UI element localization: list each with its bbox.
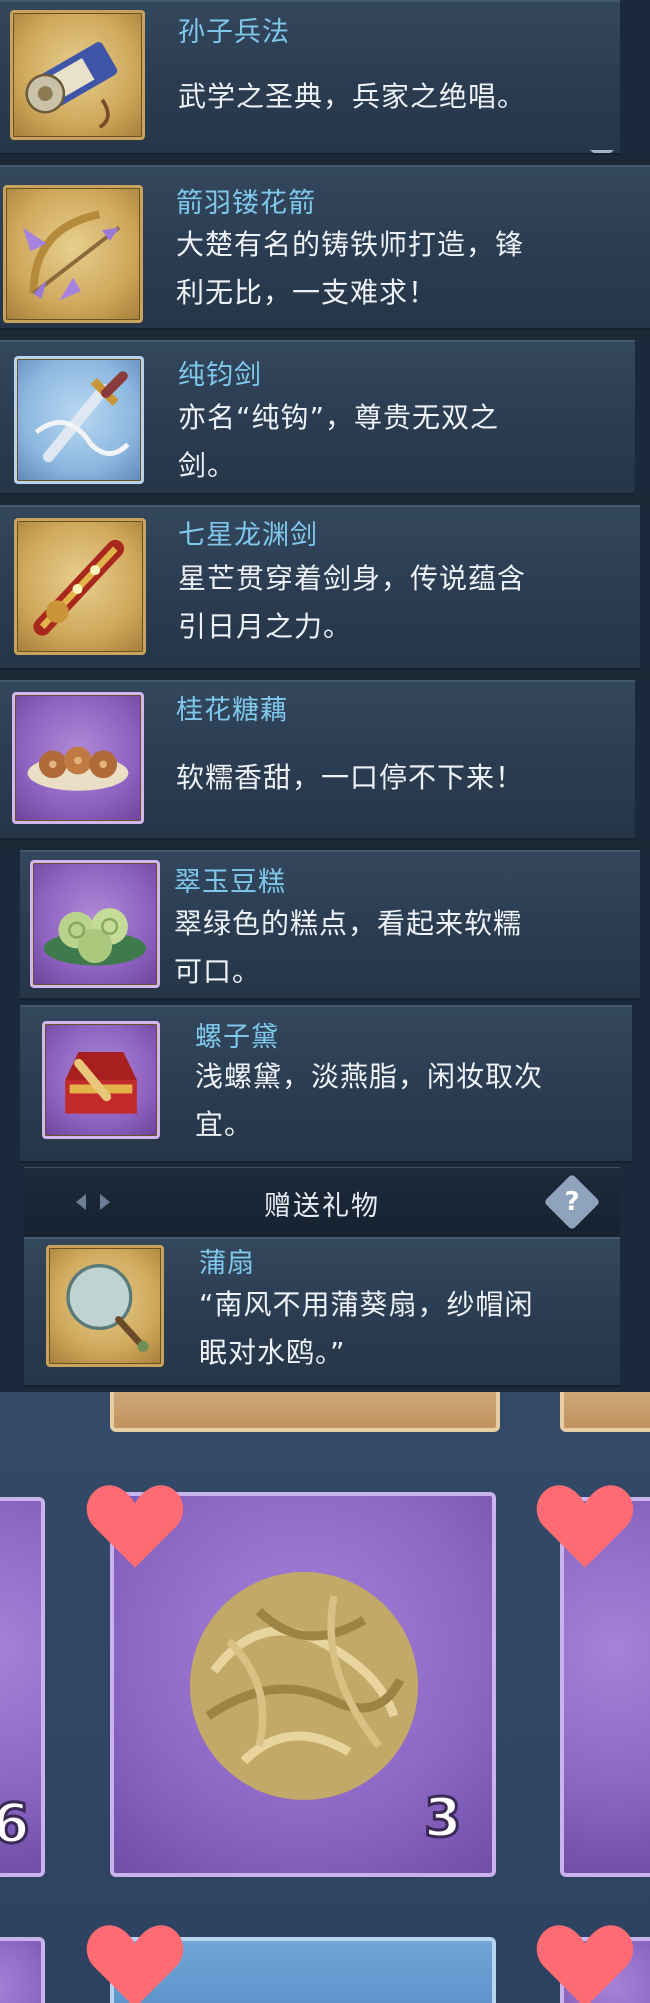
inventory-slot[interactable] <box>0 1937 45 2003</box>
item-name: 螺子黛 <box>195 1022 279 1053</box>
green-cake-icon <box>30 860 160 988</box>
heart-icon <box>536 1485 634 1568</box>
gift-item-card[interactable]: 翠玉豆糕 翠绿色的糕点，看起来软糯 可口。 <box>20 850 640 1000</box>
item-count: 6 <box>0 1791 31 1857</box>
gift-header-bar: 赠送礼物 ? <box>24 1167 620 1239</box>
item-name: 纯钧剑 <box>178 360 262 391</box>
divider <box>0 155 650 165</box>
gift-item-card[interactable]: 蒲扇 “南风不用蒲葵扇，纱帽闲 眠对水鸥。” <box>24 1237 620 1387</box>
makeup-box-icon <box>42 1021 160 1139</box>
gift-item-card[interactable]: 孙子兵法 武学之圣典，兵家之绝唱。 <box>0 0 620 155</box>
item-description: 浅螺黛，淡燕脂，闲妆取次 宜。 <box>195 1060 544 1141</box>
divider <box>0 840 650 850</box>
bow-arrow-icon <box>3 185 143 323</box>
item-name: 七星龙渊剑 <box>178 520 318 551</box>
divider <box>0 495 650 505</box>
gift-item-card[interactable]: 桂花糖藕 软糯香甜，一口停不下来！ <box>0 680 635 840</box>
item-description: 大楚有名的铸铁师打造，锋 利无比，一支难求！ <box>176 228 525 309</box>
golden-sword-icon <box>14 518 146 655</box>
item-description: 翠绿色的糕点，看起来软糯 可口。 <box>174 907 523 988</box>
item-name: 翠玉豆糕 <box>174 867 286 898</box>
item-description: 软糯香甜，一口停不下来！ <box>176 761 525 794</box>
item-description: 星芒贯穿着剑身，传说蕴含 引日月之力。 <box>178 562 527 643</box>
gift-bar-title: 赠送礼物 <box>264 1191 380 1222</box>
item-description: “南风不用蒲葵扇，纱帽闲 眠对水鸥。” <box>199 1288 534 1369</box>
gift-item-card[interactable]: 螺子黛 浅螺黛，淡燕脂，闲妆取次 宜。 <box>20 1005 632 1163</box>
gift-item-card[interactable]: 七星龙渊剑 星芒贯穿着剑身，传说蕴含 引日月之力。 <box>0 505 640 670</box>
item-description: 亦名“纯钩”，尊贵无双之 剑。 <box>178 401 500 482</box>
heart-icon <box>86 1925 184 2003</box>
inventory-slot[interactable] <box>110 1392 500 1432</box>
heart-icon <box>86 1485 184 1568</box>
lotus-root-dish-icon <box>12 692 144 824</box>
item-count: 3 <box>423 1785 464 1851</box>
item-name: 蒲扇 <box>199 1248 255 1279</box>
help-label: ? <box>564 1187 580 1217</box>
item-name: 孙子兵法 <box>178 17 290 48</box>
help-icon[interactable]: ? <box>543 1173 601 1231</box>
scroll-book-icon <box>10 10 145 140</box>
inventory-slot[interactable] <box>560 1392 650 1432</box>
item-name: 箭羽镂花箭 <box>176 188 316 219</box>
gift-item-card[interactable]: 纯钧剑 亦名“纯钩”，尊贵无双之 剑。 <box>0 340 635 495</box>
item-description: 武学之圣典，兵家之绝唱。 <box>178 80 527 113</box>
fan-icon <box>46 1245 164 1367</box>
divider <box>0 330 650 340</box>
inventory-grid: 6 3 <box>0 1392 650 2003</box>
gift-item-card[interactable]: 箭羽镂花箭 大楚有名的铸铁师打造，锋 利无比，一支难求！ <box>0 165 650 330</box>
divider <box>0 670 650 680</box>
heart-icon <box>536 1925 634 2003</box>
noodle-ball-icon <box>190 1572 418 1800</box>
sword-icon <box>14 356 144 484</box>
item-name: 桂花糖藕 <box>176 695 288 726</box>
